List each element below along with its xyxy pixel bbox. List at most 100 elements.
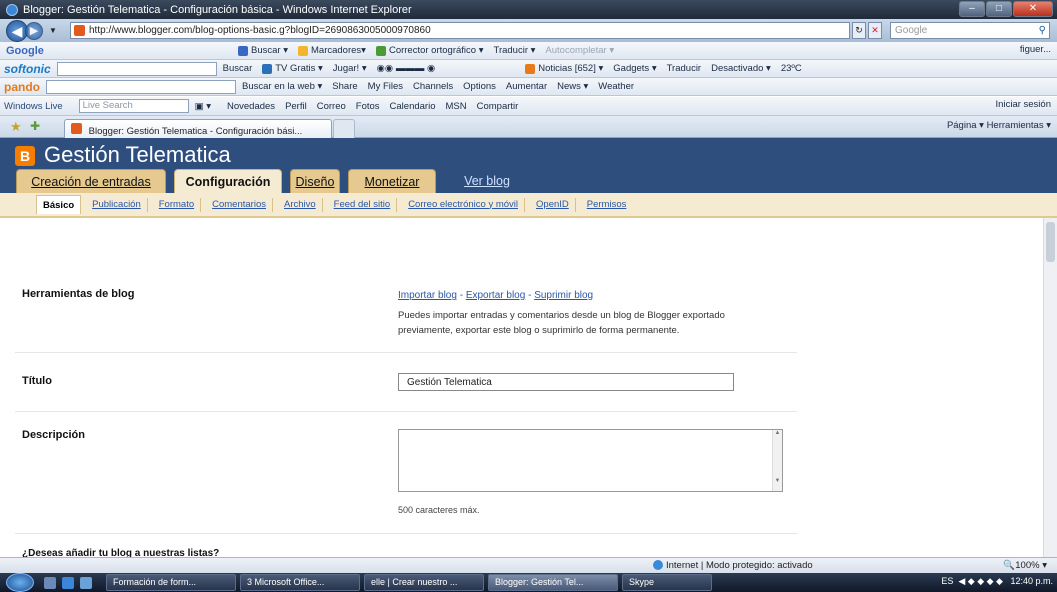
spellcheck-icon <box>375 45 386 56</box>
minimize-button[interactable]: – <box>959 1 985 17</box>
delete-blog-link[interactable]: Suprimir blog <box>534 290 593 301</box>
live-link-share[interactable]: Compartir <box>477 101 519 112</box>
pando-brand: pando <box>4 79 40 94</box>
export-blog-link[interactable]: Exportar blog <box>466 290 525 301</box>
close-window-button[interactable]: ✕ <box>1013 1 1053 17</box>
disabled-button[interactable]: Desactivado ▾ <box>711 63 771 74</box>
taskbar-item-form[interactable]: Formación de form... <box>106 574 236 591</box>
channels-button[interactable]: Channels <box>413 81 453 92</box>
share-button[interactable]: Share <box>332 81 357 92</box>
live-link-msn[interactable]: MSN <box>445 101 466 112</box>
google-search-button[interactable]: Buscar ▾ <box>238 45 288 56</box>
softonic-search-button[interactable]: Buscar <box>223 63 253 74</box>
autocomplete-button[interactable]: Autocompletar ▾ <box>545 45 614 56</box>
search-icon[interactable]: ⚲ <box>1039 23 1046 38</box>
blogger-logo-icon[interactable]: B <box>15 146 35 166</box>
taskbar-item-office[interactable]: 3 Microsoft Office... <box>240 574 360 591</box>
start-button[interactable] <box>6 573 34 592</box>
blog-tools-description: Puedes importar entradas y comentarios d… <box>398 310 725 336</box>
scroll-thumb[interactable] <box>1046 222 1055 262</box>
tv-icon <box>262 63 273 74</box>
translate-button[interactable]: Traducir ▾ <box>494 45 536 56</box>
stop-button[interactable]: ✕ <box>868 22 882 39</box>
spellcheck-button[interactable]: Corrector ortográfico ▾ <box>375 45 484 56</box>
add-to-listings-label: ¿Deseas añadir tu blog a nuestras listas… <box>22 548 220 557</box>
pando-web-search-button[interactable]: Buscar en la web ▾ <box>242 81 322 92</box>
add-favorite-icon[interactable]: ✚ <box>30 119 40 133</box>
scroll-up-icon[interactable]: ▲ <box>773 430 782 436</box>
media-controls[interactable]: ◉◉ ▬▬▬ ◉ <box>377 63 436 74</box>
pando-news-button[interactable]: News ▾ <box>557 81 588 92</box>
description-textarea[interactable]: ▲ ▼ <box>398 429 783 492</box>
forward-button[interactable]: ▶ <box>25 21 43 40</box>
scroll-down-icon[interactable]: ▼ <box>773 478 782 484</box>
quicklaunch-ie-icon[interactable] <box>62 576 74 589</box>
live-link-mail[interactable]: Correo <box>317 101 346 112</box>
pando-weather-button[interactable]: Weather <box>598 81 634 92</box>
live-link-profile[interactable]: Perfil <box>285 101 307 112</box>
pando-search-input[interactable] <box>46 79 236 94</box>
subtab-comments[interactable]: Comentarios <box>206 197 273 212</box>
subtab-email-mobile[interactable]: Correo electrónico y móvil <box>402 197 526 212</box>
textarea-scrollbar[interactable]: ▲ ▼ <box>772 430 782 491</box>
quicklaunch-desktop-icon[interactable] <box>44 576 56 589</box>
tab-view-blog[interactable]: Ver blog <box>452 169 522 193</box>
subtab-openid[interactable]: OpenID <box>530 197 576 212</box>
maximize-button[interactable]: □ <box>986 1 1012 17</box>
live-link-photos[interactable]: Fotos <box>356 101 380 112</box>
subtab-formatting[interactable]: Formato <box>153 197 202 212</box>
zoom-level[interactable]: 🔍100% ▾ <box>1003 560 1047 571</box>
tab-layout[interactable]: Diseño <box>290 169 340 193</box>
zoom-increase-button[interactable]: Aumentar <box>506 81 547 92</box>
taskbar-item-blogger[interactable]: Blogger: Gestión Tel... <box>488 574 618 591</box>
quicklaunch-explorer-icon[interactable] <box>80 576 92 589</box>
search-input[interactable]: Google ⚲ <box>890 22 1050 39</box>
google-bookmarks-button[interactable]: Marcadores ▾ <box>298 45 366 56</box>
browser-tab-blogger[interactable]: Blogger: Gestión Telematica - Configurac… <box>64 119 332 138</box>
softonic-translate-button[interactable]: Traducir <box>667 63 702 74</box>
tab-settings[interactable]: Configuración <box>174 169 282 194</box>
blogger-favicon-icon <box>74 25 85 36</box>
favorites-star-icon[interactable]: ★ <box>10 119 22 135</box>
live-signin-link[interactable]: Iniciar sesión <box>996 99 1051 110</box>
windows-live-brand: Windows Live <box>4 100 63 112</box>
url-field[interactable]: http://www.blogger.com/blog-options-basi… <box>70 22 850 39</box>
subtab-basic[interactable]: Básico <box>36 195 82 214</box>
live-search-input[interactable]: Live Search <box>78 99 189 113</box>
page-scrollbar[interactable] <box>1043 218 1057 557</box>
taskbar-item-skype[interactable]: Skype <box>622 574 712 591</box>
command-bar[interactable]: Página ▾ Herramientas ▾ <box>947 120 1051 131</box>
subtab-archiving[interactable]: Archivo <box>278 197 323 212</box>
myfiles-button[interactable]: My Files <box>368 81 403 92</box>
tab-monetize[interactable]: Monetizar <box>348 169 436 193</box>
google-account[interactable]: figuer... <box>1020 44 1051 55</box>
new-tab-button[interactable] <box>333 119 355 138</box>
title-input[interactable]: Gestión Telematica <box>398 373 734 391</box>
live-search-go-button[interactable]: ▣ ▾ <box>195 101 211 112</box>
subtab-site-feed[interactable]: Feed del sitio <box>328 197 398 212</box>
tab-posting[interactable]: Creación de entradas <box>16 169 166 193</box>
subtab-publishing[interactable]: Publicación <box>86 197 148 212</box>
subtab-permissions[interactable]: Permisos <box>581 198 633 212</box>
news-button[interactable]: Noticias [652] ▾ <box>525 63 603 74</box>
games-button[interactable]: Jugar! ▾ <box>333 63 367 74</box>
softonic-brand: softonic <box>4 61 51 76</box>
settings-subtabs: Básico Publicación Formato Comentarios A… <box>0 193 1057 218</box>
live-link-news[interactable]: Novedades <box>227 101 275 112</box>
options-button[interactable]: Options <box>463 81 496 92</box>
language-indicator[interactable]: ES <box>941 576 953 586</box>
softonic-search-input[interactable] <box>56 61 217 76</box>
security-zone[interactable]: Internet | Modo protegido: activado <box>653 560 813 571</box>
system-tray: ES ◀ ◆ ◆ ◆ ◆ 12:40 p.m. <box>941 576 1053 586</box>
history-dropdown-icon[interactable]: ▼ <box>49 26 57 35</box>
import-blog-link[interactable]: Importar blog <box>398 290 457 301</box>
live-link-calendar[interactable]: Calendario <box>390 101 436 112</box>
taskbar-item-elle[interactable]: elle | Crear nuestro ... <box>364 574 484 591</box>
weather-temp[interactable]: 23ºC <box>781 63 802 74</box>
browser-tab-label: Blogger: Gestión Telematica - Configurac… <box>88 126 303 137</box>
tv-button[interactable]: TV Gratis ▾ <box>262 63 323 74</box>
clock[interactable]: 12:40 p.m. <box>1010 576 1053 586</box>
blog-tools-links: Importar blog - Exportar blog - Suprimir… <box>398 290 594 301</box>
refresh-button[interactable]: ↻ <box>852 22 866 39</box>
gadgets-button[interactable]: Gadgets ▾ <box>613 63 656 74</box>
